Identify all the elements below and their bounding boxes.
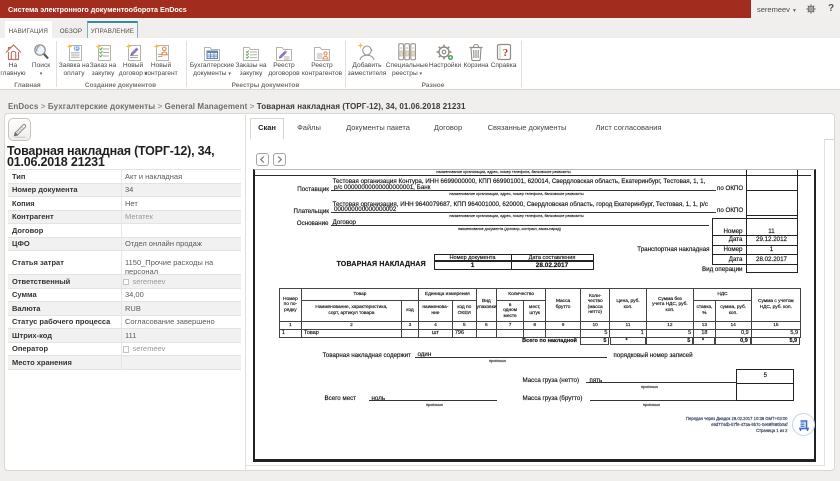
svg-text:P: P	[74, 46, 78, 52]
svg-text:?: ?	[502, 47, 508, 59]
